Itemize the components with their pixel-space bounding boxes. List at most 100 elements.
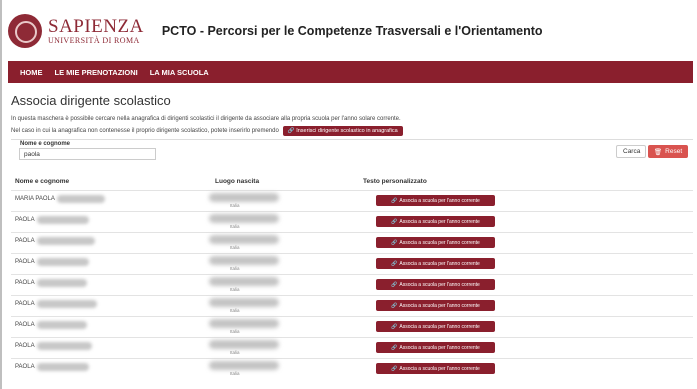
link-icon: 🔗 <box>391 260 398 267</box>
cell-birthplace: Italia <box>209 340 279 356</box>
intro-text-1: In questa maschera è possibile cercare n… <box>11 116 401 122</box>
link-icon: 🔗 <box>391 302 398 309</box>
associa-scuola-button[interactable]: 🔗 Associa a scuola per l'anno corrente <box>376 237 495 248</box>
cerca-button[interactable]: Carca <box>616 145 646 158</box>
redacted-birthplace <box>209 277 279 286</box>
birth-country: Italia <box>230 308 240 313</box>
redacted-birthplace <box>209 193 279 202</box>
redacted-surname <box>36 258 89 266</box>
sapienza-seal-icon <box>8 14 42 48</box>
birth-country: Italia <box>230 203 240 208</box>
cell-name: PAOLA <box>15 321 87 329</box>
column-header-text: Testo personalizzato <box>363 178 427 185</box>
associa-label: Associa a scuola per l'anno corrente <box>399 260 480 267</box>
table-row: PAOLA Italia 🔗 Associa a scuola per l'anno … <box>11 274 693 296</box>
table-header: Nome e cognome Luogo nascita Testo perso… <box>15 178 693 188</box>
link-icon: 🔗 <box>391 218 398 225</box>
birth-country: Italia <box>230 266 240 271</box>
redacted-surname <box>36 279 87 287</box>
redacted-birthplace <box>209 235 279 244</box>
logo[interactable]: SAPIENZA UNIVERSITÀ DI ROMA <box>48 17 144 46</box>
link-icon: 🔗 <box>287 128 297 134</box>
cell-name: PAOLA <box>15 279 87 287</box>
person-name: PAOLA <box>15 259 35 265</box>
associa-label: Associa a scuola per l'anno corrente <box>399 218 480 225</box>
redacted-birthplace <box>209 214 279 223</box>
birth-country: Italia <box>230 224 240 229</box>
associa-scuola-button[interactable]: 🔗 Associa a scuola per l'anno corrente <box>376 195 495 206</box>
associa-label: Associa a scuola per l'anno corrente <box>399 365 480 372</box>
cell-birthplace: Italia <box>209 277 279 293</box>
redacted-birthplace <box>209 298 279 307</box>
table-row: PAOLA Italia 🔗 Associa a scuola per l'anno … <box>11 358 693 380</box>
redacted-surname <box>36 321 87 329</box>
redacted-surname <box>36 216 89 224</box>
birth-country: Italia <box>230 245 240 250</box>
cell-name: PAOLA <box>15 342 92 350</box>
cell-name: PAOLA <box>15 216 89 224</box>
column-header-name: Nome e cognome <box>15 178 70 185</box>
cell-birthplace: Italia <box>209 214 279 230</box>
reset-button[interactable]: 🗑 Reset <box>648 145 688 158</box>
associa-scuola-button[interactable]: 🔗 Associa a scuola per l'anno corrente <box>376 363 495 374</box>
redacted-surname <box>36 237 95 245</box>
redacted-birthplace <box>209 361 279 370</box>
redacted-surname <box>36 300 97 308</box>
associa-label: Associa a scuola per l'anno corrente <box>399 197 480 204</box>
associa-label: Associa a scuola per l'anno corrente <box>399 344 480 351</box>
nav-home[interactable]: HOME <box>20 68 43 77</box>
link-icon: 🔗 <box>391 323 398 330</box>
table-row: PAOLA Italia 🔗 Associa a scuola per l'anno … <box>11 316 693 338</box>
person-name: PAOLA <box>15 364 35 370</box>
associa-scuola-button[interactable]: 🔗 Associa a scuola per l'anno corrente <box>376 216 495 227</box>
insert-dirigente-button[interactable]: 🔗 Inserisci dirigente scolastico in anag… <box>282 126 403 136</box>
cell-name: PAOLA <box>15 300 97 308</box>
associa-scuola-button[interactable]: 🔗 Associa a scuola per l'anno corrente <box>376 321 495 332</box>
person-name: PAOLA <box>15 322 35 328</box>
intro-text-2: Nel caso in cui la anagrafica non conten… <box>11 126 403 136</box>
redacted-surname <box>36 342 92 350</box>
link-icon: 🔗 <box>391 239 398 246</box>
birth-country: Italia <box>230 350 240 355</box>
divider <box>11 139 693 140</box>
redacted-surname <box>36 363 89 371</box>
nav-la-mia-scuola[interactable]: LA MIA SCUOLA <box>150 68 209 77</box>
search-field-label: Nome e cognome <box>20 141 71 147</box>
redacted-surname <box>56 195 105 203</box>
nav-le-mie-prenotazioni[interactable]: LE MIE PRENOTAZIONI <box>55 68 138 77</box>
redacted-birthplace <box>209 340 279 349</box>
header: SAPIENZA UNIVERSITÀ DI ROMA PCTO - Perco… <box>8 9 543 53</box>
search-name-input[interactable] <box>19 148 156 160</box>
cell-birthplace: Italia <box>209 256 279 272</box>
cell-birthplace: Italia <box>209 361 279 377</box>
page-title: Associa dirigente scolastico <box>11 93 171 108</box>
person-name: PAOLA <box>15 238 35 244</box>
cell-birthplace: Italia <box>209 298 279 314</box>
insert-dirigente-label: Inserisci dirigente scolastico in anagra… <box>296 128 398 134</box>
cell-name: PAOLA <box>15 237 95 245</box>
cell-birthplace: Italia <box>209 235 279 251</box>
person-name: PAOLA <box>15 301 35 307</box>
trash-icon: 🗑 <box>653 148 663 156</box>
associa-label: Associa a scuola per l'anno corrente <box>399 323 480 330</box>
intro-text-2-label: Nel caso in cui la anagrafica non conten… <box>11 128 279 134</box>
logo-sub-text: UNIVERSITÀ DI ROMA <box>48 35 140 45</box>
table-row: MARIA PAOLA Italia 🔗 Associa a scuola per l… <box>11 190 693 212</box>
birth-country: Italia <box>230 329 240 334</box>
reset-label: Reset <box>665 148 683 155</box>
cell-name: PAOLA <box>15 363 89 371</box>
associa-scuola-button[interactable]: 🔗 Associa a scuola per l'anno corrente <box>376 300 495 311</box>
associa-scuola-button[interactable]: 🔗 Associa a scuola per l'anno corrente <box>376 342 495 353</box>
link-icon: 🔗 <box>391 344 398 351</box>
associa-label: Associa a scuola per l'anno corrente <box>399 281 480 288</box>
person-name: PAOLA <box>15 343 35 349</box>
main-navbar: HOME LE MIE PRENOTAZIONI LA MIA SCUOLA <box>8 61 693 83</box>
associa-scuola-button[interactable]: 🔗 Associa a scuola per l'anno corrente <box>376 258 495 269</box>
associa-label: Associa a scuola per l'anno corrente <box>399 302 480 309</box>
table-row: PAOLA Italia 🔗 Associa a scuola per l'anno … <box>11 295 693 317</box>
cell-name: PAOLA <box>15 258 89 266</box>
associa-scuola-button[interactable]: 🔗 Associa a scuola per l'anno corrente <box>376 279 495 290</box>
redacted-birthplace <box>209 319 279 328</box>
table-row: PAOLA Italia 🔗 Associa a scuola per l'anno … <box>11 211 693 233</box>
cell-name: MARIA PAOLA <box>15 195 105 203</box>
